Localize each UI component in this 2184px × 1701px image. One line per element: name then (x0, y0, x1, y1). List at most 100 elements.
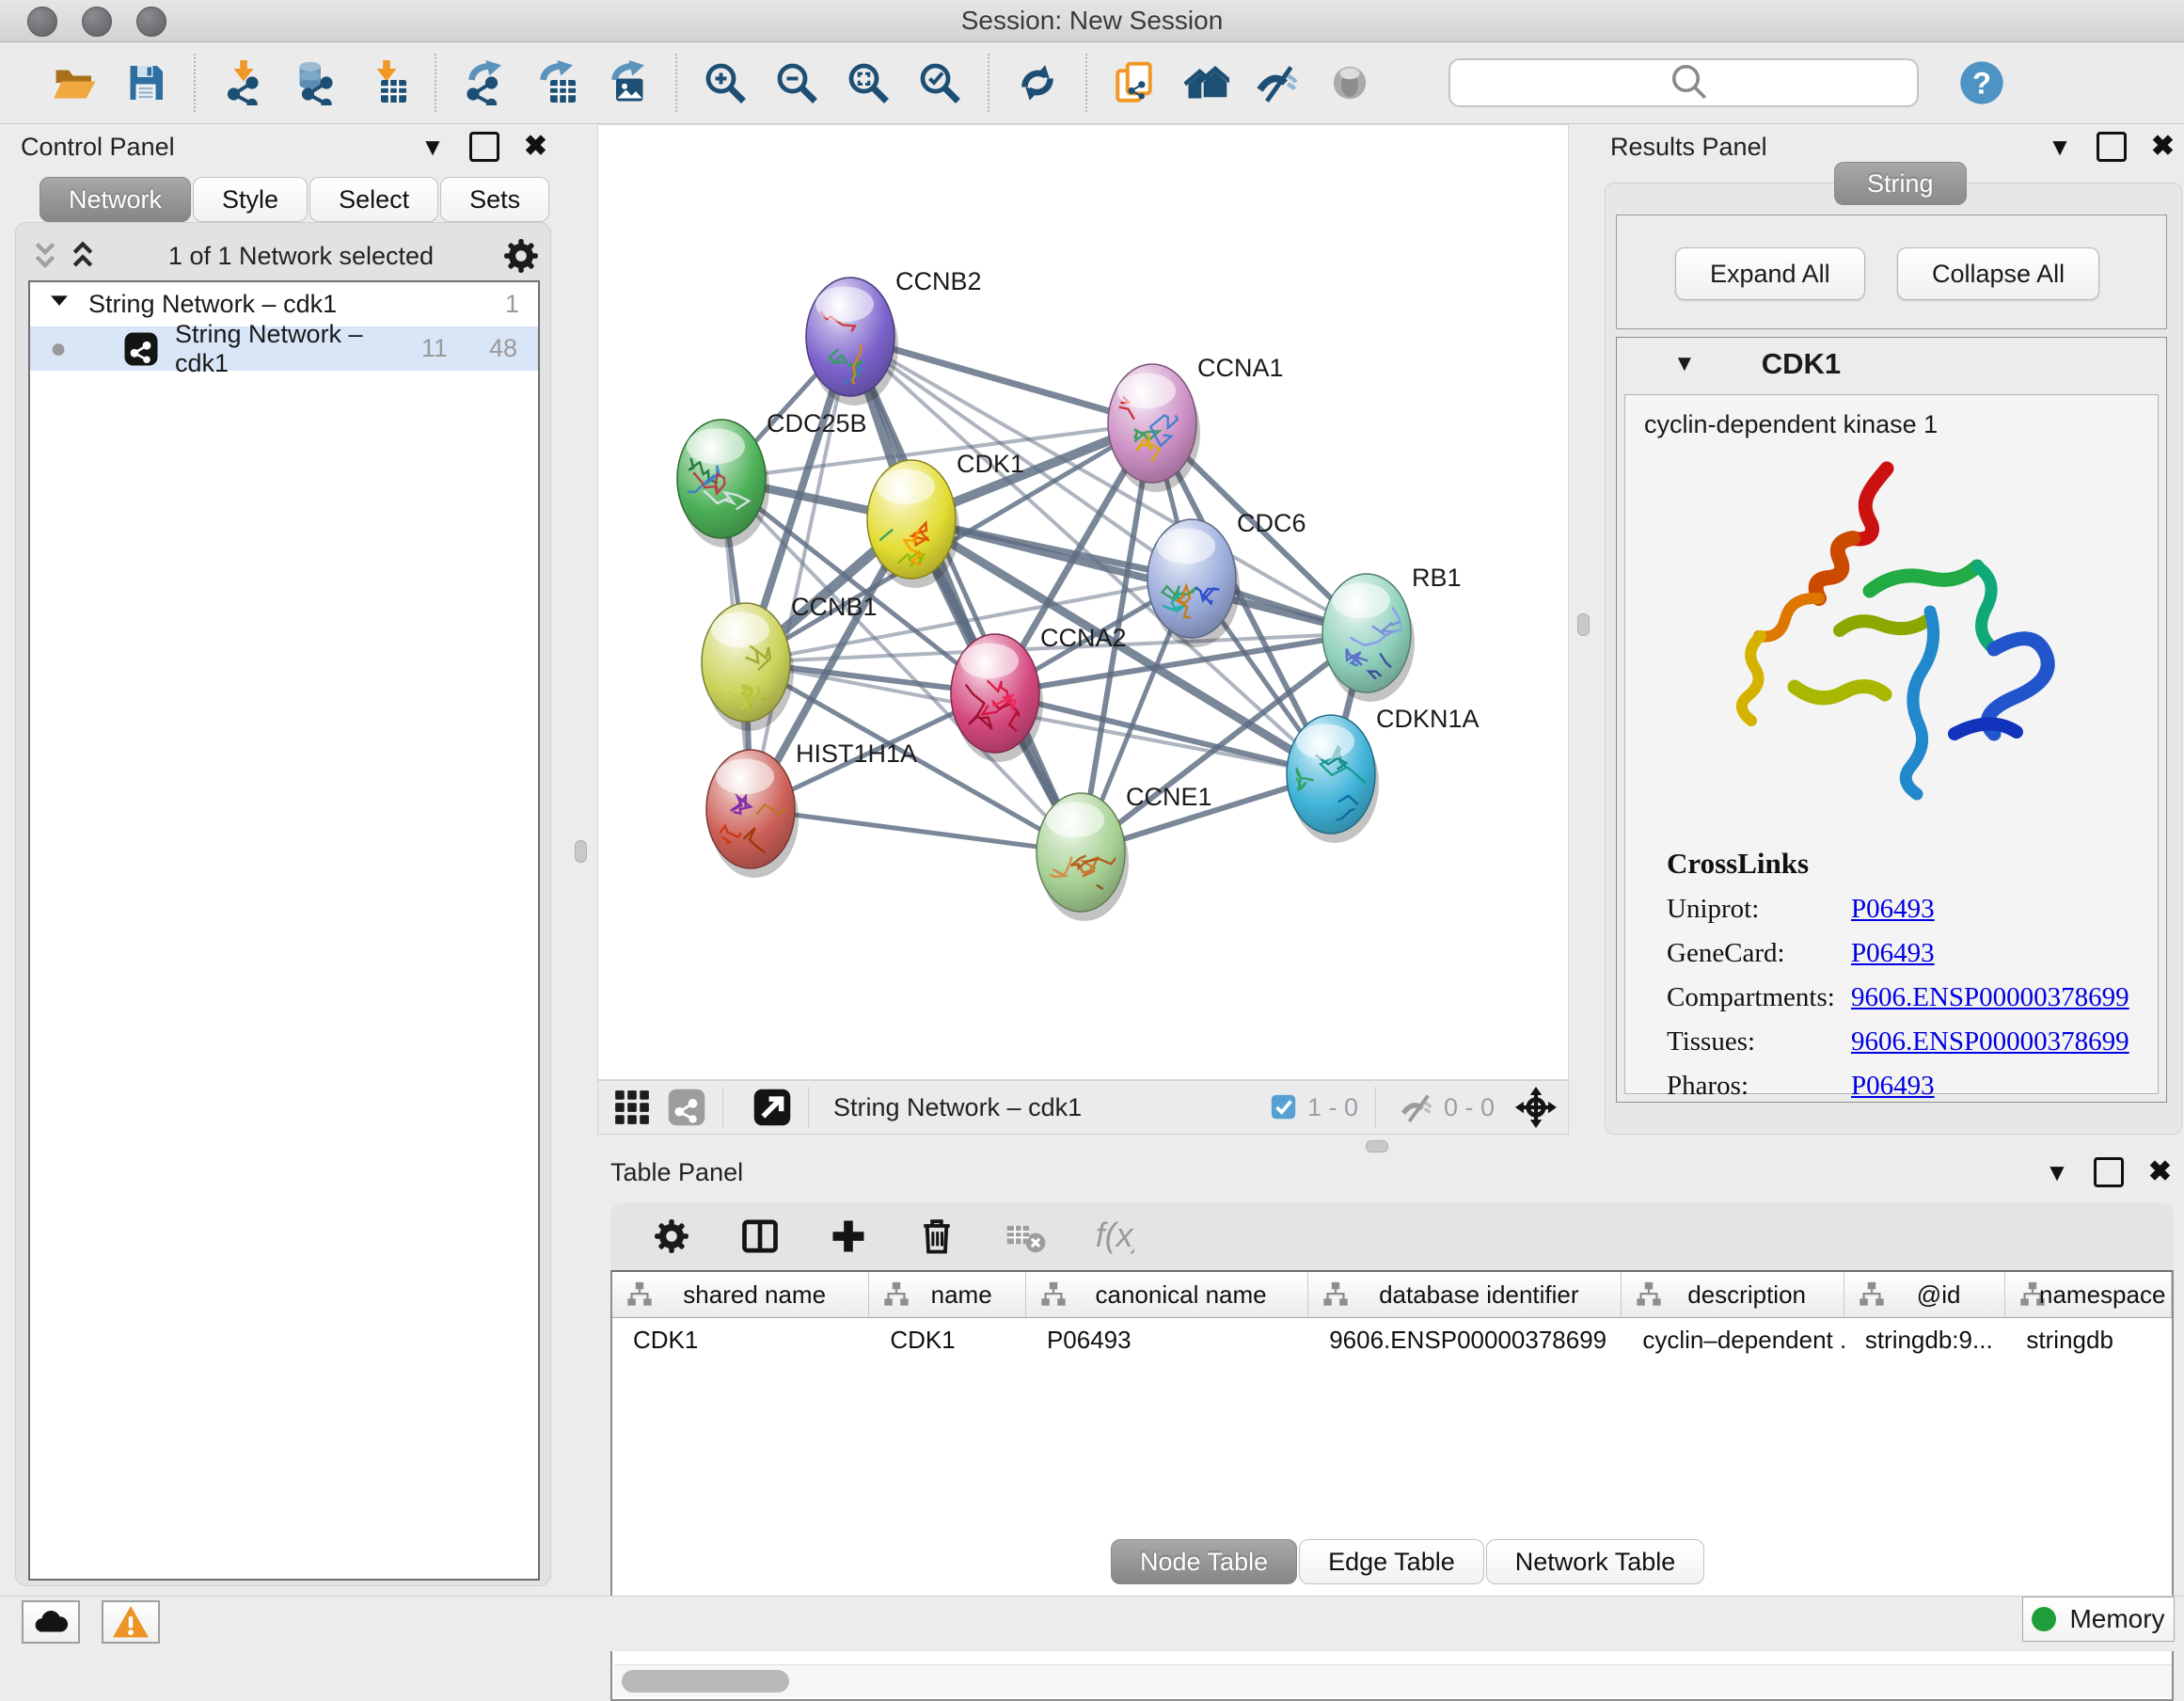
zoom-window-button[interactable] (136, 7, 166, 37)
network-node-CCNB2[interactable]: CCNB2 (806, 267, 982, 405)
import-table-button[interactable] (363, 59, 410, 106)
expand-all-networks-icon[interactable] (64, 232, 102, 279)
crosslink-link[interactable]: 9606.ENSP00000378699 (1851, 1026, 2129, 1057)
string-network-graph[interactable]: CCNB2CCNA1CDC25BCDK1CDC6RB1CCNB1CCNA2CDK… (598, 125, 1568, 1079)
column-header-shared-name[interactable]: shared name (612, 1272, 869, 1317)
expand-all-button[interactable]: Expand All (1675, 247, 1865, 300)
crosslink-label: Tissues: (1667, 1026, 1851, 1057)
panel-close-icon[interactable]: ✖ (2148, 1158, 2172, 1186)
network-node-CCNE1[interactable]: CCNE1 (1028, 783, 1211, 921)
column-header-namespace[interactable]: namespace (2005, 1272, 2172, 1317)
network-node-RB1[interactable]: RB1 (1322, 564, 1462, 702)
gear-button[interactable] (648, 1213, 695, 1260)
crosslink-link[interactable]: P06493 (1851, 1071, 1935, 1102)
tab-edge-table[interactable]: Edge Table (1299, 1539, 1484, 1584)
copy-network-button[interactable] (1112, 59, 1159, 106)
panel-float-icon[interactable] (2097, 132, 2127, 162)
detach-view-icon[interactable] (752, 1087, 793, 1128)
birdseye-icon[interactable] (1515, 1087, 1557, 1128)
refresh-layout-button[interactable] (1014, 59, 1061, 106)
column-header-canonical-name[interactable]: canonical name (1026, 1272, 1308, 1317)
share-view-icon[interactable] (666, 1087, 707, 1128)
column-header-name[interactable]: name (869, 1272, 1026, 1317)
zoom-out-icon (774, 60, 819, 105)
tab-style[interactable]: Style (193, 177, 308, 222)
zoom-out-button[interactable] (773, 59, 820, 106)
close-window-button[interactable] (27, 7, 57, 37)
column-type-icon (1622, 1280, 1650, 1309)
network-view-canvas[interactable]: CCNB2CCNA1CDC25BCDK1CDC6RB1CCNB1CCNA2CDK… (597, 124, 1569, 1080)
network-node-CCNB1[interactable]: CCNB1 (702, 593, 878, 731)
selected-checkbox-icon[interactable] (1268, 1087, 1300, 1128)
table-header-row: shared namenamecanonical namedatabase id… (612, 1272, 2172, 1318)
tab-select[interactable]: Select (309, 177, 438, 222)
split-columns-button[interactable] (736, 1213, 783, 1260)
column-header-description[interactable]: description (1622, 1272, 1844, 1317)
hide-selected-button[interactable] (1255, 59, 1302, 106)
left-splitter-handle[interactable] (575, 840, 587, 863)
column-header-database-identifier[interactable]: database identifier (1308, 1272, 1622, 1317)
grid-view-icon[interactable] (611, 1087, 653, 1128)
crosslink-link[interactable]: P06493 (1851, 894, 1935, 925)
collapse-all-button[interactable]: Collapse All (1897, 247, 2099, 300)
help-button[interactable]: ? (1958, 59, 2005, 106)
panel-close-icon[interactable]: ✖ (524, 133, 547, 161)
zoom-in-button[interactable] (702, 59, 749, 106)
collapse-all-networks-icon[interactable] (26, 232, 64, 279)
delete-column-button[interactable] (913, 1213, 960, 1260)
table-cell: cyclin–dependent ... (1622, 1318, 1844, 1361)
network-node-CCNA1[interactable]: CCNA1 (1108, 354, 1284, 492)
search-input[interactable] (1448, 58, 1919, 107)
tab-string[interactable]: String (1834, 162, 1967, 205)
home-view-icon (1184, 60, 1229, 105)
open-file-button[interactable] (51, 59, 98, 106)
cloud-button[interactable] (22, 1600, 80, 1644)
panel-float-icon[interactable] (469, 132, 499, 162)
gene-collapse-icon[interactable]: ▼ (1673, 351, 1696, 377)
delete-table-button (1002, 1213, 1049, 1260)
zoom-selected-button[interactable] (916, 59, 963, 106)
scrollbar-thumb[interactable] (622, 1670, 789, 1693)
show-hidden-button[interactable] (1326, 59, 1373, 106)
tab-network-table[interactable]: Network Table (1486, 1539, 1705, 1584)
export-image-button[interactable] (604, 59, 651, 106)
right-splitter-handle[interactable] (1577, 613, 1590, 636)
panel-close-icon[interactable]: ✖ (2151, 133, 2175, 161)
network-node-CDC6[interactable]: CDC6 (1147, 509, 1306, 647)
horizontal-scrollbar[interactable] (614, 1664, 2172, 1697)
hidden-eye-icon[interactable] (1399, 1087, 1436, 1128)
network-node-CDKN1A[interactable]: CDKN1A (1287, 705, 1480, 843)
export-table-button[interactable] (532, 59, 579, 106)
home-view-button[interactable] (1183, 59, 1230, 106)
edge (751, 809, 1081, 852)
control-panel-tabs: NetworkStyleSelectSets (40, 177, 549, 222)
minimize-window-button[interactable] (82, 7, 112, 37)
warnings-button[interactable] (102, 1600, 160, 1644)
memory-button[interactable]: Memory (2022, 1597, 2175, 1642)
panel-menu-icon[interactable]: ▼ (420, 135, 445, 159)
panel-menu-icon[interactable]: ▼ (2048, 135, 2072, 159)
tree-expand-icon[interactable] (30, 289, 71, 320)
panel-menu-icon[interactable]: ▼ (2045, 1160, 2069, 1184)
import-database-button[interactable] (292, 59, 339, 106)
crosslink-link[interactable]: P06493 (1851, 938, 1935, 969)
node-label: CCNA2 (1040, 624, 1127, 652)
import-network-button[interactable] (220, 59, 267, 106)
tab-network[interactable]: Network (40, 177, 191, 222)
crosslink-link[interactable]: 9606.ENSP00000378699 (1851, 982, 2129, 1013)
column-header--id[interactable]: @id (1844, 1272, 2006, 1317)
titlebar: Session: New Session (0, 0, 2184, 42)
help-icon: ? (1958, 59, 2005, 106)
tab-sets[interactable]: Sets (440, 177, 549, 222)
network-row-selected[interactable]: ● String Network – cdk1 11 48 (30, 326, 538, 371)
save-session-button[interactable] (122, 59, 169, 106)
column-type-icon (1026, 1280, 1054, 1309)
export-network-button[interactable] (461, 59, 508, 106)
add-column-button[interactable] (825, 1213, 872, 1260)
network-node-HIST1H1A[interactable]: HIST1H1A (706, 739, 917, 878)
panel-float-icon[interactable] (2094, 1157, 2124, 1187)
tab-node-table[interactable]: Node Table (1111, 1539, 1297, 1584)
zoom-fit-button[interactable] (845, 59, 892, 106)
table-row[interactable]: CDK1CDK1P064939606.ENSP00000378699cyclin… (612, 1318, 2172, 1361)
network-options-gear-icon[interactable] (500, 232, 542, 279)
